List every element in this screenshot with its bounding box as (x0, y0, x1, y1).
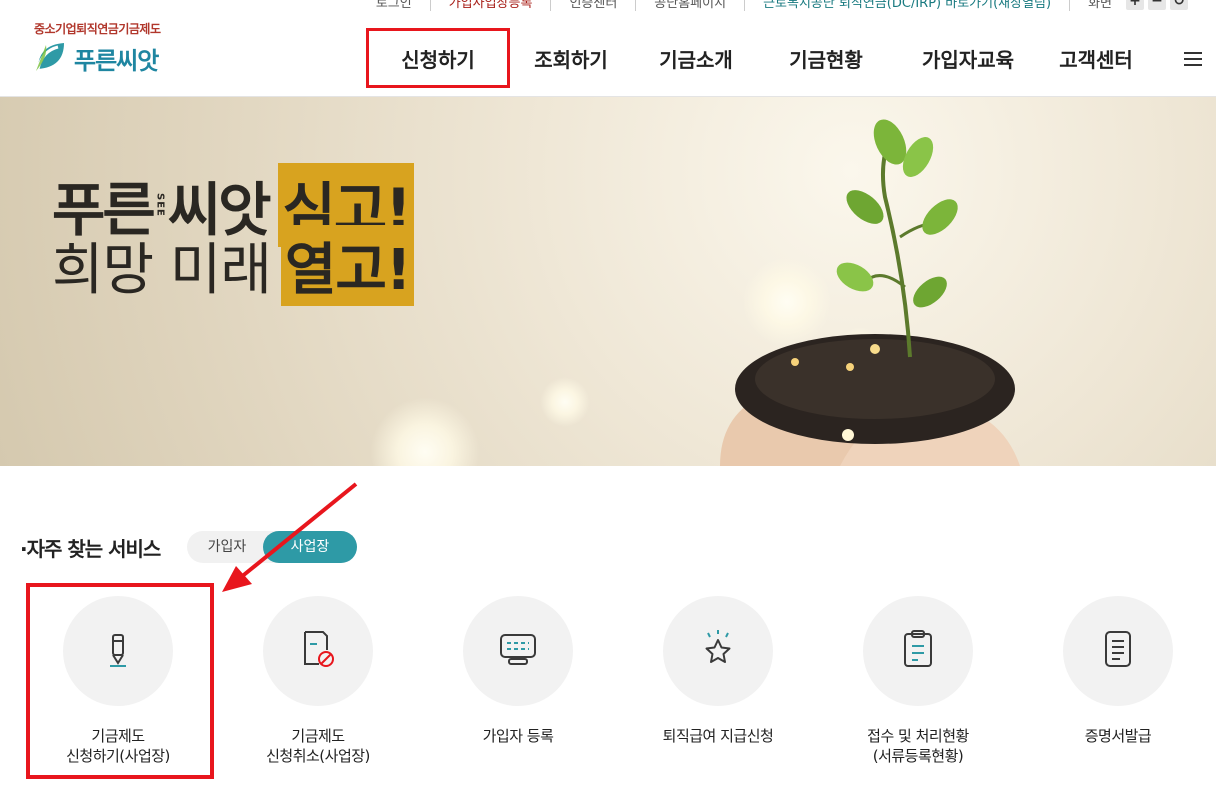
slogan-line2-highlight: 열고! (280, 224, 415, 306)
service-processing-status[interactable]: 접수 및 처리현황 (서류등록현황) (818, 596, 1018, 766)
nav-member-education[interactable]: 가입자교육 (892, 28, 1044, 88)
clipboard-icon (898, 628, 938, 674)
star-icon (697, 628, 739, 674)
service-certificate[interactable]: 증명서발급 (1018, 596, 1216, 746)
service-retirement-benefit[interactable]: 퇴직급여 지급신청 (618, 596, 818, 746)
slogan-see: SEE (154, 193, 166, 217)
menu-icon[interactable] (1184, 52, 1202, 70)
nav-customer-center[interactable]: 고객센터 (1044, 28, 1148, 88)
sprout-in-hands-image (720, 119, 1020, 466)
page: 로그인 가입사업장등록 인증센터 공단홈페이지 근로복지공단 퇴직연금(DC/I… (0, 0, 1216, 794)
zoom-out-button[interactable]: − (1148, 0, 1166, 10)
site-logo[interactable]: 중소기업퇴직연금기금제도 푸른씨앗 (34, 20, 161, 77)
service-member-register[interactable]: 가입자 등록 (418, 596, 618, 746)
zoom-controls: 화면 + − ↻ (1070, 0, 1188, 11)
logo-brand-name: 푸른씨앗 (74, 46, 159, 75)
utility-nav: 로그인 가입사업장등록 인증센터 공단홈페이지 근로복지공단 퇴직연금(DC/I… (358, 0, 1188, 11)
document-cancel-icon (297, 628, 339, 674)
zoom-label: 화면 (1088, 0, 1112, 11)
nav-inquiry[interactable]: 조회하기 (510, 28, 632, 88)
zoom-reset-button[interactable]: ↻ (1170, 0, 1188, 10)
zoom-in-button[interactable]: + (1126, 0, 1144, 10)
toggle-member[interactable]: 가입자 (187, 531, 267, 563)
monitor-icon (497, 629, 539, 673)
light-glow (370, 397, 480, 466)
service-fund-cancel[interactable]: 기금제도 신청취소(사업장) (218, 596, 418, 766)
auth-center-link[interactable]: 인증센터 (551, 0, 637, 11)
service-label: 증명서발급 (1084, 727, 1152, 745)
leaf-logo-icon (34, 39, 68, 77)
nav-apply[interactable]: 신청하기 (366, 28, 510, 88)
hero-banner: 푸른 SEE 씨앗 심고! 희망 미래 열고! (0, 97, 1216, 466)
member-type-toggle: 가입자 사업장 (187, 531, 357, 563)
register-workplace-link[interactable]: 가입사업장등록 (431, 0, 552, 11)
nav-fund-status[interactable]: 기금현황 (760, 28, 892, 88)
highlight-box (26, 583, 214, 779)
toggle-workplace[interactable]: 사업장 (263, 531, 357, 563)
hero-slogan: 푸른 SEE 씨앗 심고! 희망 미래 열고! (52, 163, 415, 306)
service-label: 가입자 등록 (482, 727, 554, 745)
service-label: 퇴직급여 지급신청 (662, 727, 774, 745)
section-title: ·자주 찾는 서비스 (20, 537, 161, 561)
slogan-line2-a: 희망 미래 (52, 237, 272, 303)
irp-link[interactable]: 근로복지공단 퇴직연금(DC/IRP) 바로가기(새창열림) (745, 0, 1071, 11)
certificate-icon (1098, 628, 1138, 674)
light-glow (540, 377, 590, 427)
login-link[interactable]: 로그인 (358, 0, 431, 11)
logo-org-name: 중소기업퇴직연금기금제도 (34, 22, 161, 36)
gongdan-homepage-link[interactable]: 공단홈페이지 (636, 0, 746, 11)
service-label: 기금제도 신청취소(사업장) (266, 727, 370, 765)
nav-fund-intro[interactable]: 기금소개 (632, 28, 760, 88)
service-label: 접수 및 처리현황 (서류등록현황) (867, 727, 969, 765)
main-nav: 신청하기 조회하기 기금소개 기금현황 가입자교육 고객센터 (366, 28, 1148, 88)
